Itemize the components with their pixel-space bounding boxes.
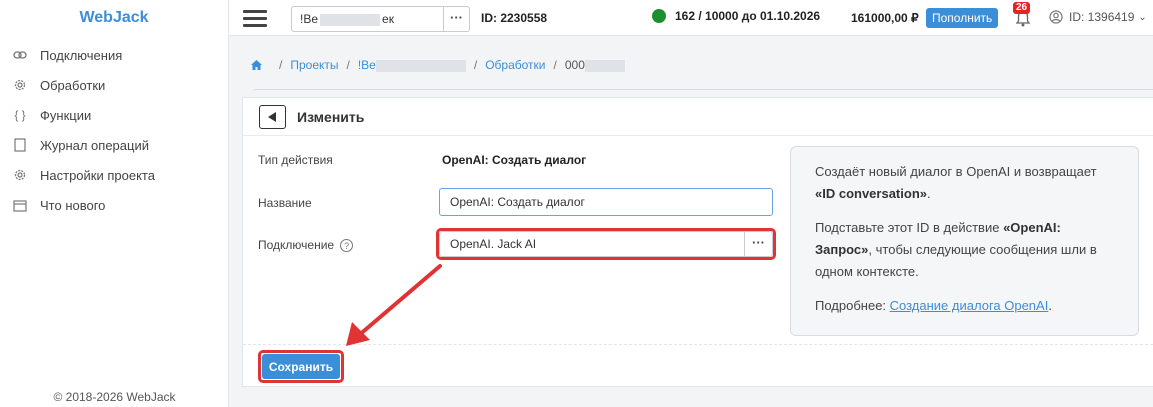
topup-button[interactable]: Пополнить	[926, 8, 999, 28]
triangle-left-icon	[268, 111, 276, 122]
user-id: ID: 1396419	[1069, 10, 1135, 24]
connection-select[interactable]: OpenAI. Jack AI ···	[439, 231, 773, 257]
sidebar-item-whats-new[interactable]: Что нового	[0, 190, 228, 220]
edit-card: Изменить Тип действия OpenAI: Создать ди…	[242, 97, 1153, 387]
sidebar-item-label: Обработки	[40, 77, 106, 93]
gear-icon	[12, 167, 28, 183]
user-menu[interactable]: ID: 1396419 ⌄	[1049, 10, 1147, 24]
link-icon	[12, 47, 28, 63]
sidebar-item-label: Журнал операций	[40, 137, 149, 153]
more-icon[interactable]: ···	[744, 232, 772, 256]
project-select-value: !Be ек	[292, 7, 443, 31]
section-divider	[252, 89, 1153, 93]
breadcrumb: / Проекты / !Be / Обработки / 000	[250, 58, 625, 72]
connection-label: Подключение	[258, 238, 335, 252]
project-id: ID: 2230558	[481, 11, 548, 25]
info-paragraph: Подробнее: Создание диалога OpenAI.	[815, 295, 1114, 317]
project-name-start: !Be	[300, 12, 319, 26]
action-type-value: OpenAI: Создать диалог	[442, 153, 587, 167]
user-icon	[1049, 10, 1063, 24]
braces-icon: { }	[14, 108, 26, 122]
breadcrumb-current: 000	[565, 58, 625, 72]
breadcrumb-current-label: 000	[564, 58, 585, 72]
card-header: Изменить	[243, 98, 1153, 136]
breadcrumb-project[interactable]: !Be	[358, 58, 466, 72]
name-field[interactable]	[439, 188, 773, 216]
sidebar: WebJack Подключения Обработки { } Функци…	[0, 0, 229, 407]
app-logo[interactable]: WebJack	[0, 0, 228, 36]
chevron-down-icon: ⌄	[1138, 11, 1147, 23]
info-panel: Создаёт новый диалог в OpenAI и возвраща…	[790, 146, 1139, 336]
breadcrumb-separator: /	[279, 58, 283, 72]
document-icon	[12, 137, 28, 153]
sidebar-item-functions[interactable]: { } Функции	[0, 100, 228, 130]
sidebar-item-operations-log[interactable]: Журнал операций	[0, 130, 228, 160]
info-text: .	[1048, 298, 1052, 313]
info-bold: «ID conversation»	[815, 186, 927, 201]
more-icon[interactable]: ···	[443, 7, 469, 31]
info-paragraph: Создаёт новый диалог в OpenAI и возвраща…	[815, 161, 1114, 205]
action-type-label: Тип действия	[258, 153, 333, 167]
redacted-block	[320, 13, 381, 26]
menu-icon[interactable]	[243, 10, 267, 28]
breadcrumb-separator: /	[346, 58, 350, 72]
sidebar-item-label: Настройки проекта	[40, 167, 155, 183]
connection-label-row: Подключение?	[258, 238, 354, 253]
info-text: Создаёт новый диалог в OpenAI и возвраща…	[815, 164, 1097, 179]
usage-text: 162 / 10000 до 01.10.2026	[675, 9, 821, 23]
connection-select-value: OpenAI. Jack AI	[450, 237, 537, 251]
sidebar-item-project-settings[interactable]: Настройки проекта	[0, 160, 228, 190]
help-icon[interactable]: ?	[340, 239, 354, 253]
breadcrumb-processing[interactable]: Обработки	[485, 58, 545, 72]
breadcrumb-separator: /	[553, 58, 557, 72]
info-paragraph: Подставьте этот ID в действие «OpenAI: З…	[815, 217, 1114, 283]
card-title: Изменить	[297, 108, 365, 125]
status-dot-icon	[652, 9, 666, 23]
redacted-block	[375, 59, 466, 72]
sidebar-nav: Подключения Обработки { } Функции Журнал…	[0, 40, 228, 220]
breadcrumb-separator: /	[473, 58, 478, 72]
redacted-block	[584, 59, 625, 72]
info-text: .	[927, 186, 931, 201]
calendar-icon	[12, 197, 28, 213]
info-text: Подробнее:	[815, 298, 890, 313]
sidebar-item-label: Подключения	[40, 47, 123, 63]
info-text: Подставьте этот ID в действие	[815, 220, 1004, 235]
copyright: © 2018-2026 WebJack	[53, 390, 176, 404]
balance: 161000,00 ₽	[851, 11, 919, 25]
breadcrumb-project-label: !Be	[357, 58, 376, 72]
breadcrumb-projects[interactable]: Проекты	[290, 58, 338, 72]
footer-divider	[243, 344, 1153, 345]
home-icon[interactable]	[250, 59, 263, 71]
save-button[interactable]: Сохранить	[262, 354, 340, 379]
project-name-end: ек	[382, 12, 394, 26]
sidebar-item-label: Функции	[40, 107, 92, 123]
sidebar-item-label: Что нового	[40, 197, 106, 213]
info-link[interactable]: Создание диалога OpenAI	[890, 298, 1049, 313]
gear-icon	[12, 77, 28, 93]
sidebar-item-connections[interactable]: Подключения	[0, 40, 228, 70]
back-button[interactable]	[259, 104, 286, 129]
top-header: !Be ек ··· ID: 2230558 162 / 10000 до 01.…	[229, 0, 1153, 36]
notification-badge: 26	[1013, 2, 1031, 14]
name-label: Название	[258, 196, 312, 210]
sidebar-item-processing[interactable]: Обработки	[0, 70, 228, 100]
usage-status: 162 / 10000 до 01.10.2026	[652, 9, 820, 23]
project-select[interactable]: !Be ек ···	[291, 6, 470, 32]
